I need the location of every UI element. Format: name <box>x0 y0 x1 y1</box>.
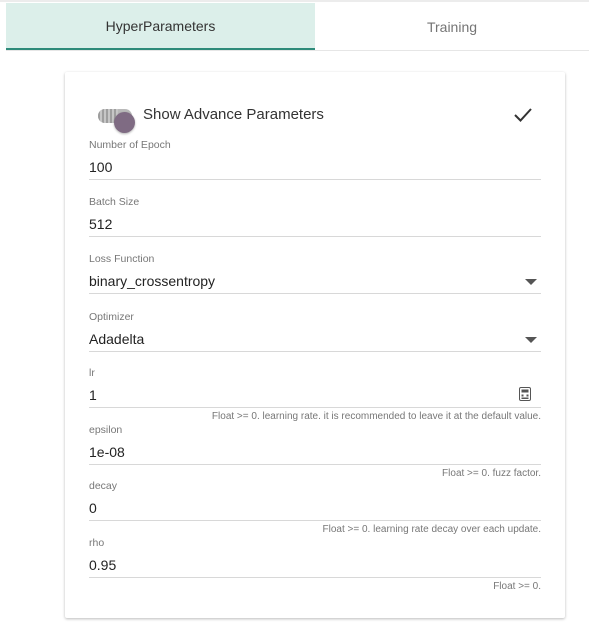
optimizer-label: Optimizer <box>89 311 134 323</box>
tab-bar: HyperParameters Training <box>6 3 589 51</box>
epsilon-helper-text: Float >= 0. fuzz factor. <box>442 468 541 479</box>
rho-label: rho <box>89 537 105 549</box>
optimizer-value: Adadelta <box>89 331 145 347</box>
rho-input[interactable]: 0.95 <box>89 553 541 578</box>
chevron-down-icon[interactable] <box>525 279 537 285</box>
lr-value: 1 <box>89 387 97 403</box>
epsilon-label: epsilon <box>89 424 123 436</box>
lr-input[interactable]: 1 <box>89 383 541 408</box>
chevron-down-icon[interactable] <box>525 337 537 343</box>
calculator-icon[interactable] <box>519 387 531 401</box>
epochs-label: Number of Epoch <box>89 139 171 151</box>
epochs-field: Number of Epoch 100 <box>89 138 541 180</box>
epsilon-field: epsilon 1e-08 Float >= 0. fuzz factor. <box>89 423 541 479</box>
advanced-parameters-label: Show Advance Parameters <box>143 106 324 123</box>
rho-helper-text: Float >= 0. <box>493 581 541 592</box>
loss-function-value: binary_crossentropy <box>89 273 216 289</box>
check-icon[interactable] <box>513 106 533 124</box>
decay-helper-text: Float >= 0. learning rate decay over eac… <box>322 524 541 535</box>
lr-label: lr <box>89 367 95 379</box>
optimizer-select[interactable]: Adadelta <box>89 327 541 352</box>
tab-training[interactable]: Training <box>315 3 589 50</box>
batch-size-input[interactable]: 512 <box>89 212 541 237</box>
rho-field: rho 0.95 Float >= 0. <box>89 536 541 592</box>
optimizer-field: Optimizer Adadelta <box>89 310 541 352</box>
lr-helper-text: Float >= 0. learning rate. it is recomme… <box>211 411 541 422</box>
decay-field: decay 0 Float >= 0. learning rate decay … <box>89 479 541 535</box>
loss-function-select[interactable]: binary_crossentropy <box>89 269 541 294</box>
top-border <box>0 0 589 2</box>
decay-label: decay <box>89 480 118 492</box>
advanced-parameters-toggle[interactable] <box>98 109 135 133</box>
loss-function-field: Loss Function binary_crossentropy <box>89 252 541 294</box>
hyperparameters-card: Show Advance Parameters Number of Epoch … <box>65 72 565 618</box>
epsilon-input[interactable]: 1e-08 <box>89 440 541 465</box>
loss-function-label: Loss Function <box>89 253 155 265</box>
decay-input[interactable]: 0 <box>89 496 541 521</box>
epochs-input[interactable]: 100 <box>89 155 541 180</box>
batch-size-field: Batch Size 512 <box>89 195 541 237</box>
toggle-thumb[interactable] <box>114 112 135 133</box>
tab-hyperparameters[interactable]: HyperParameters <box>6 3 315 50</box>
advanced-parameters-row: Show Advance Parameters <box>98 102 543 133</box>
lr-field: lr 1 Float >= 0. learning rate. it is re… <box>89 366 541 422</box>
batch-size-label: Batch Size <box>89 196 140 208</box>
